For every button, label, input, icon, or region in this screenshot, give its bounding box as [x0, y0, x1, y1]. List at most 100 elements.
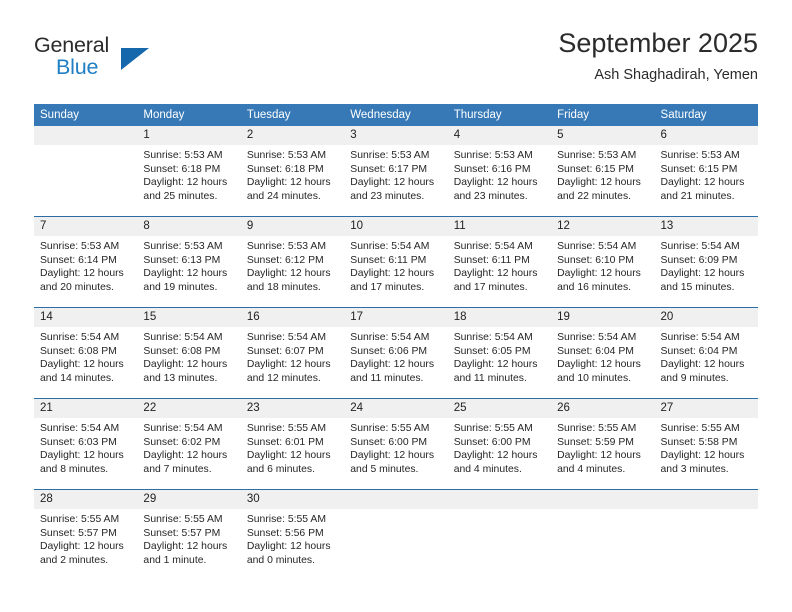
calendar-day-cell[interactable]	[447, 489, 552, 580]
day-sun-info: Sunrise: 5:54 AM Sunset: 6:06 PM Daylight:…	[344, 327, 447, 385]
day-sun-info-line: Daylight: 12 hours	[143, 359, 228, 371]
calendar-day-cell[interactable]: 5 Sunrise: 5:53 AM Sunset: 6:15 PM Daylight…	[551, 126, 655, 217]
day-sun-info-line: and 6 minutes.	[246, 463, 316, 475]
calendar-day-cell[interactable]: 12 Sunrise: 5:54 AM Sunset: 6:10 PM Dayligh…	[551, 216, 655, 308]
day-sun-info-line: Sunrise: 5:54 AM	[40, 332, 120, 343]
calendar-week-row: 14 Sunrise: 5:54 AM Sunset: 6:08 PM Dayligh…	[34, 307, 758, 399]
day-sun-info-line: Sunset: 6:13 PM	[143, 254, 221, 266]
day-sun-info-line: Sunset: 6:11 PM	[350, 254, 427, 266]
calendar-day-cell[interactable]: 30 Sunrise: 5:55 AM Sunset: 5:56 PM Dayligh…	[240, 489, 345, 580]
day-sun-info-line: Sunrise: 5:53 AM	[453, 150, 533, 161]
day-sun-info-line: Sunset: 5:59 PM	[557, 436, 634, 448]
day-cell-content: 13 Sunrise: 5:54 AM Sunset: 6:09 PM Dayligh…	[654, 217, 758, 307]
day-sun-info-line: Sunset: 6:01 PM	[246, 436, 324, 448]
page-title: September 2025	[558, 28, 758, 58]
calendar-day-cell[interactable]: 16 Sunrise: 5:54 AM Sunset: 6:07 PM Dayligh…	[240, 307, 345, 399]
calendar-day-cell[interactable]: 27 Sunrise: 5:55 AM Sunset: 5:58 PM Dayligh…	[654, 398, 758, 490]
calendar-day-cell[interactable]: 6 Sunrise: 5:53 AM Sunset: 6:15 PM Daylight…	[654, 126, 758, 217]
calendar-day-cell[interactable]: 28 Sunrise: 5:55 AM Sunset: 5:57 PM Dayligh…	[34, 489, 138, 580]
calendar-day-cell[interactable]: 3 Sunrise: 5:53 AM Sunset: 6:17 PM Daylight…	[344, 126, 448, 217]
day-sun-info-line: Sunrise: 5:54 AM	[557, 241, 637, 252]
day-number: 4	[447, 126, 552, 145]
calendar-day-cell[interactable]: 15 Sunrise: 5:54 AM Sunset: 6:08 PM Dayligh…	[137, 307, 241, 399]
day-cell-content: 5 Sunrise: 5:53 AM Sunset: 6:15 PM Daylight…	[551, 126, 655, 216]
day-sun-info-line: Sunset: 6:16 PM	[453, 163, 531, 175]
calendar-day-cell[interactable]: 14 Sunrise: 5:54 AM Sunset: 6:08 PM Dayligh…	[34, 307, 138, 399]
calendar-day-cell[interactable]: 9 Sunrise: 5:53 AM Sunset: 6:12 PM Daylight…	[240, 216, 345, 308]
day-cell-content	[344, 490, 448, 580]
weekday-header-monday: Monday	[137, 104, 241, 126]
day-number: 27	[654, 399, 758, 418]
day-sun-info-line: Daylight: 12 hours	[40, 268, 124, 280]
calendar-week-row: 21 Sunrise: 5:54 AM Sunset: 6:03 PM Dayligh…	[34, 398, 758, 490]
calendar-day-cell[interactable]: 18 Sunrise: 5:54 AM Sunset: 6:05 PM Dayligh…	[447, 307, 552, 399]
day-sun-info-line: Sunset: 6:02 PM	[143, 436, 221, 448]
day-number: 18	[447, 308, 552, 327]
calendar-day-cell[interactable]: 17 Sunrise: 5:54 AM Sunset: 6:06 PM Dayligh…	[344, 307, 448, 399]
calendar-day-cell[interactable]: 19 Sunrise: 5:54 AM Sunset: 6:04 PM Dayligh…	[551, 307, 655, 399]
day-sun-info-line: Sunset: 6:18 PM	[143, 163, 221, 175]
calendar-day-cell[interactable]: 24 Sunrise: 5:55 AM Sunset: 6:00 PM Dayligh…	[344, 398, 448, 490]
day-sun-info-line: Sunset: 6:03 PM	[40, 436, 117, 448]
calendar-day-cell[interactable]: 20 Sunrise: 5:54 AM Sunset: 6:04 PM Dayligh…	[654, 307, 758, 399]
calendar-day-cell[interactable]: 4 Sunrise: 5:53 AM Sunset: 6:16 PM Daylight…	[447, 126, 552, 217]
day-sun-info: Sunrise: 5:54 AM Sunset: 6:04 PM Daylight:…	[551, 327, 654, 385]
day-cell-content: 3 Sunrise: 5:53 AM Sunset: 6:17 PM Daylight…	[344, 126, 448, 216]
brand-name-blue: Blue	[56, 55, 99, 79]
calendar-day-cell[interactable]: 1 Sunrise: 5:53 AM Sunset: 6:18 PM Daylight…	[137, 126, 241, 217]
day-cell-content: 24 Sunrise: 5:55 AM Sunset: 6:00 PM Dayligh…	[344, 399, 448, 489]
day-number: 7	[34, 217, 138, 236]
day-sun-info: Sunrise: 5:53 AM Sunset: 6:14 PM Daylight:…	[34, 236, 137, 294]
day-sun-info-line: Daylight: 12 hours	[453, 450, 538, 462]
day-sun-info-line: Sunrise: 5:53 AM	[143, 150, 223, 161]
day-sun-info-line: Daylight: 12 hours	[557, 359, 641, 371]
day-number: 16	[240, 308, 345, 327]
day-sun-info-line: Sunrise: 5:54 AM	[246, 332, 326, 343]
calendar-day-cell[interactable]: 2 Sunrise: 5:53 AM Sunset: 6:18 PM Daylight…	[240, 126, 345, 217]
day-sun-info-line: Sunrise: 5:54 AM	[143, 332, 223, 343]
calendar-day-cell[interactable]: 7 Sunrise: 5:53 AM Sunset: 6:14 PM Daylight…	[34, 216, 138, 308]
day-sun-info-line: Sunrise: 5:55 AM	[246, 514, 326, 525]
day-number: 15	[137, 308, 241, 327]
day-number	[344, 490, 448, 509]
day-number: 19	[551, 308, 655, 327]
day-sun-info: Sunrise: 5:53 AM Sunset: 6:15 PM Daylight:…	[551, 145, 654, 203]
day-number: 8	[137, 217, 241, 236]
calendar-day-cell[interactable]: 29 Sunrise: 5:55 AM Sunset: 5:57 PM Dayligh…	[137, 489, 241, 580]
weekday-header-saturday: Saturday	[654, 104, 758, 126]
day-cell-content: 25 Sunrise: 5:55 AM Sunset: 6:00 PM Dayligh…	[447, 399, 552, 489]
calendar-day-cell[interactable]: 26 Sunrise: 5:55 AM Sunset: 5:59 PM Dayligh…	[551, 398, 655, 490]
day-sun-info: Sunrise: 5:54 AM Sunset: 6:08 PM Daylight:…	[34, 327, 137, 385]
calendar-day-cell[interactable]: 25 Sunrise: 5:55 AM Sunset: 6:00 PM Dayligh…	[447, 398, 552, 490]
day-sun-info-line: Sunset: 6:12 PM	[246, 254, 324, 266]
day-sun-info: Sunrise: 5:55 AM Sunset: 5:57 PM Daylight:…	[34, 509, 137, 567]
day-sun-info-line: Daylight: 12 hours	[246, 450, 331, 462]
calendar-day-cell[interactable]: 8 Sunrise: 5:53 AM Sunset: 6:13 PM Daylight…	[137, 216, 241, 308]
day-sun-info-line: and 24 minutes.	[246, 190, 321, 202]
calendar-day-cell[interactable]: 10 Sunrise: 5:54 AM Sunset: 6:11 PM Dayligh…	[344, 216, 448, 308]
day-number: 5	[551, 126, 655, 145]
day-cell-content	[551, 490, 655, 580]
day-sun-info: Sunrise: 5:55 AM Sunset: 5:57 PM Daylight:…	[137, 509, 240, 567]
calendar-day-cell[interactable]: 21 Sunrise: 5:54 AM Sunset: 6:03 PM Dayligh…	[34, 398, 138, 490]
calendar-body: 1 Sunrise: 5:53 AM Sunset: 6:18 PM Daylight…	[34, 126, 758, 580]
day-sun-info: Sunrise: 5:54 AM Sunset: 6:04 PM Daylight:…	[655, 327, 758, 385]
day-cell-content: 6 Sunrise: 5:53 AM Sunset: 6:15 PM Daylight…	[654, 126, 758, 216]
day-sun-info-line: Sunrise: 5:54 AM	[660, 241, 740, 252]
calendar-day-cell[interactable]: 23 Sunrise: 5:55 AM Sunset: 6:01 PM Dayligh…	[240, 398, 345, 490]
calendar-day-cell[interactable]	[344, 489, 448, 580]
day-cell-content: 15 Sunrise: 5:54 AM Sunset: 6:08 PM Dayligh…	[137, 308, 241, 398]
brand-logo[interactable]: General Blue	[34, 33, 234, 85]
calendar-day-cell[interactable]	[654, 489, 758, 580]
calendar-day-cell[interactable]: 22 Sunrise: 5:54 AM Sunset: 6:02 PM Dayligh…	[137, 398, 241, 490]
day-sun-info-line: Sunrise: 5:54 AM	[350, 332, 430, 343]
calendar-day-cell[interactable]	[551, 489, 655, 580]
day-sun-info-line: Daylight: 12 hours	[246, 359, 331, 371]
day-number: 6	[654, 126, 758, 145]
day-number: 11	[447, 217, 552, 236]
day-cell-content	[34, 126, 138, 216]
calendar-day-cell[interactable]: 13 Sunrise: 5:54 AM Sunset: 6:09 PM Dayligh…	[654, 216, 758, 308]
calendar-day-cell[interactable]	[34, 126, 138, 217]
calendar-page: General Blue September 2025 Ash Shaghadi…	[0, 0, 792, 612]
calendar-day-cell[interactable]: 11 Sunrise: 5:54 AM Sunset: 6:11 PM Dayligh…	[447, 216, 552, 308]
